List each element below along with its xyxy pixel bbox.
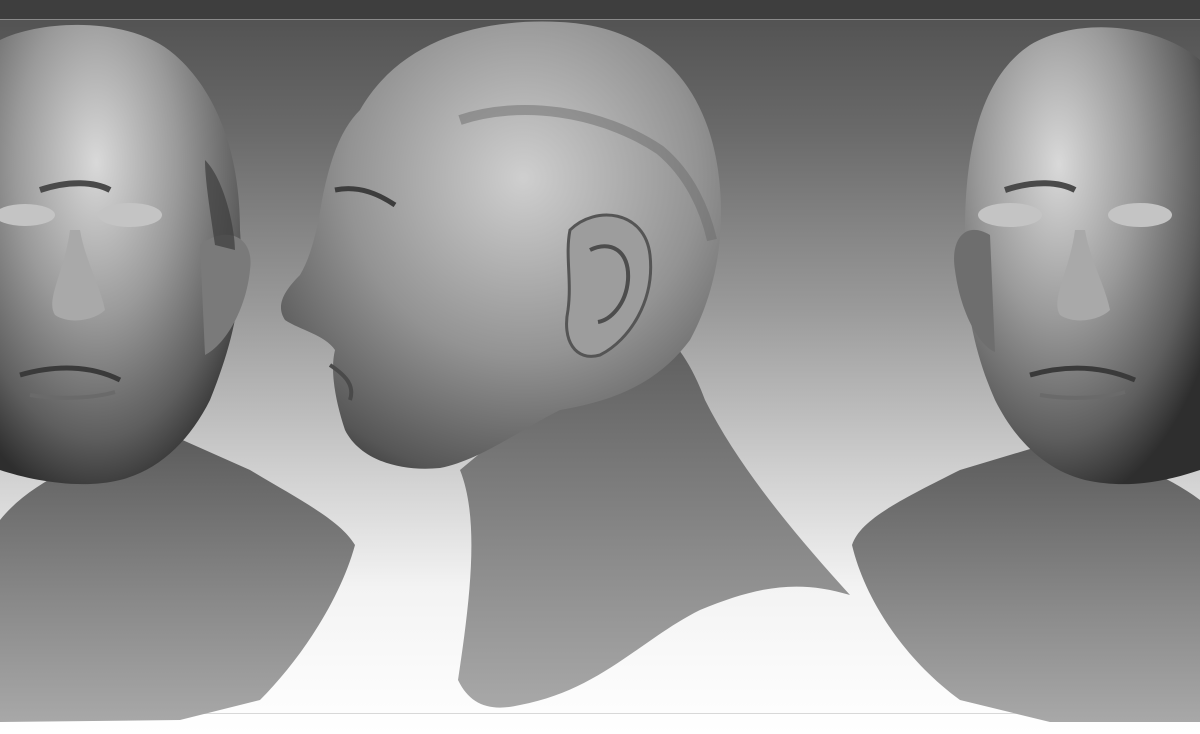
sculpt-render bbox=[0, 21, 1200, 722]
front-view-left bbox=[0, 24, 355, 722]
sculpt-viewport[interactable] bbox=[0, 0, 1200, 734]
front-view-right bbox=[852, 27, 1200, 722]
side-profile-view bbox=[280, 21, 850, 708]
